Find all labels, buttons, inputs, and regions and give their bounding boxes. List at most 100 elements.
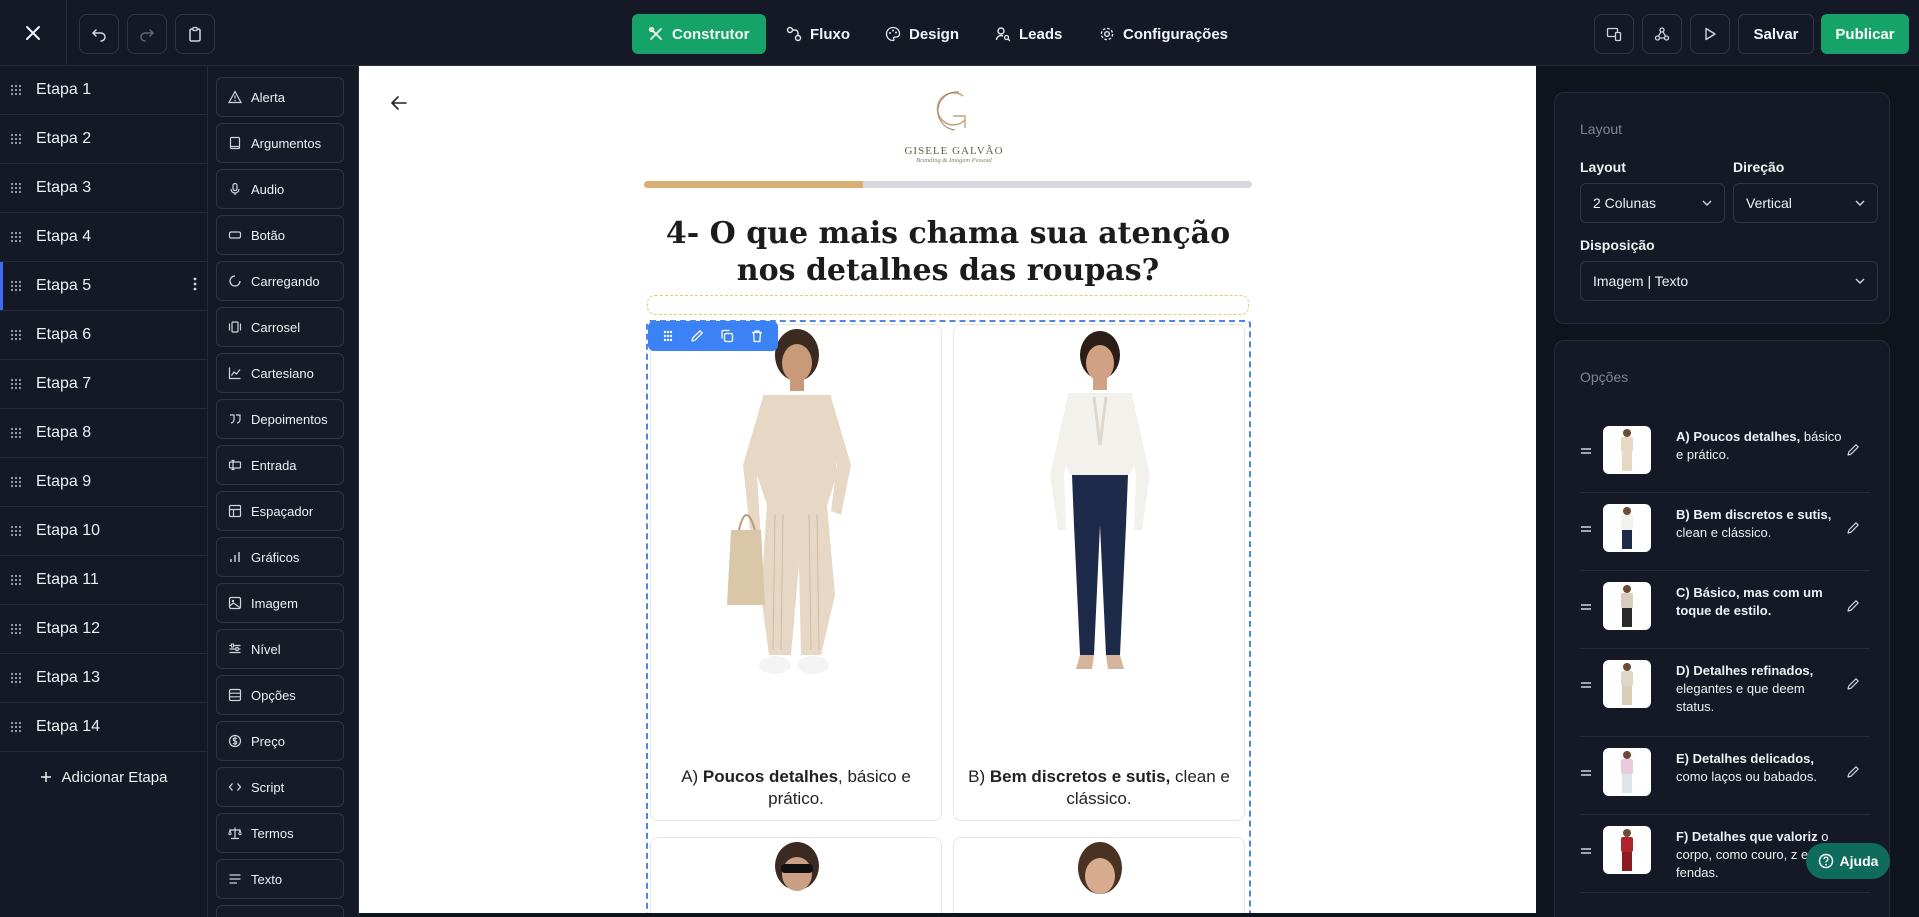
clipboard-button[interactable]	[175, 14, 215, 54]
step-item[interactable]: Etapa 12	[0, 605, 207, 654]
step-item[interactable]: Etapa 2	[0, 115, 207, 164]
drag-handle-icon[interactable]	[1580, 681, 1592, 689]
component-carregando[interactable]: Carregando	[216, 261, 344, 301]
delete-block-button[interactable]	[750, 329, 764, 343]
tab-design[interactable]: Design	[869, 14, 975, 54]
tab-construtor[interactable]: Construtor	[632, 14, 766, 54]
option-list-item[interactable]: A) Poucos detalhes, básico e prático.	[1580, 415, 1870, 493]
component-espacador[interactable]: Espaçador	[216, 491, 344, 531]
component-more[interactable]	[216, 905, 344, 917]
component-termos[interactable]: Termos	[216, 813, 344, 853]
component-alerta[interactable]: Alerta	[216, 77, 344, 117]
duplicate-block-button[interactable]	[720, 329, 734, 343]
publish-button[interactable]: Publicar	[1821, 14, 1909, 54]
close-button[interactable]	[16, 16, 50, 50]
component-preco[interactable]: Preço	[216, 721, 344, 761]
option-list-item[interactable]: E) Detalhes delicados, como laços ou bab…	[1580, 737, 1870, 815]
step-item[interactable]: Etapa 4	[0, 213, 207, 262]
play-preview-button[interactable]	[1690, 14, 1730, 54]
tab-leads[interactable]: Leads	[979, 14, 1078, 54]
grip-icon[interactable]	[10, 476, 22, 488]
direction-select[interactable]: Vertical	[1733, 183, 1878, 223]
option-card-a[interactable]: A) Poucos detalhes, básico e prático.	[650, 324, 942, 821]
grip-icon[interactable]	[10, 280, 22, 292]
pencil-icon[interactable]	[1846, 443, 1860, 457]
option-list-item[interactable]: C) Básico, mas com um toque de estilo.	[1580, 571, 1870, 649]
step-item[interactable]: Etapa 10	[0, 507, 207, 556]
block-toolbar	[648, 321, 778, 351]
grip-icon[interactable]	[10, 182, 22, 194]
option-card-d[interactable]	[953, 837, 1245, 913]
grip-icon[interactable]	[10, 623, 22, 635]
step-item[interactable]: Etapa 11	[0, 556, 207, 605]
step-item[interactable]: Etapa 9	[0, 458, 207, 507]
grip-icon[interactable]	[10, 672, 22, 684]
component-depoimentos[interactable]: Depoimentos	[216, 399, 344, 439]
tab-fluxo[interactable]: Fluxo	[770, 14, 866, 54]
arrangement-select[interactable]: Imagem | Texto	[1580, 261, 1878, 301]
step-item[interactable]: Etapa 14	[0, 703, 207, 752]
grip-icon[interactable]	[10, 231, 22, 243]
back-button[interactable]	[390, 96, 407, 115]
drag-handle-icon[interactable]	[1580, 603, 1592, 611]
drop-zone[interactable]	[647, 295, 1249, 315]
device-preview-button[interactable]	[1594, 14, 1634, 54]
drag-handle-icon[interactable]	[1580, 525, 1592, 533]
integrations-button[interactable]	[1642, 14, 1682, 54]
grip-icon[interactable]	[10, 133, 22, 145]
more-vertical-icon[interactable]	[193, 277, 197, 291]
component-texto[interactable]: Texto	[216, 859, 344, 899]
help-button[interactable]: Ajuda	[1806, 843, 1890, 879]
grip-icon[interactable]	[10, 84, 22, 96]
component-audio[interactable]: Audio	[216, 169, 344, 209]
pencil-icon[interactable]	[1846, 521, 1860, 535]
drag-handle-icon[interactable]	[1580, 447, 1592, 455]
redo-icon	[140, 29, 155, 42]
question-title[interactable]: 4- O que mais chama sua atenção nos deta…	[644, 215, 1252, 289]
drag-handle-icon[interactable]	[1580, 847, 1592, 855]
step-item[interactable]: Etapa 5	[0, 262, 207, 311]
component-graficos[interactable]: Gráficos	[216, 537, 344, 577]
grip-icon[interactable]	[10, 574, 22, 586]
option-card-b[interactable]: B) Bem discretos e sutis, clean e clássi…	[953, 324, 1245, 821]
undo-button[interactable]	[79, 14, 119, 54]
grip-icon[interactable]	[10, 525, 22, 537]
step-item[interactable]: Etapa 7	[0, 360, 207, 409]
step-item[interactable]: Etapa 3	[0, 164, 207, 213]
tools-icon	[648, 26, 662, 40]
component-script[interactable]: Script	[216, 767, 344, 807]
component-opcoes[interactable]: Opções	[216, 675, 344, 715]
option-card-c[interactable]	[650, 837, 942, 913]
drag-handle-icon[interactable]	[1580, 769, 1592, 777]
palette-icon	[885, 26, 901, 42]
pencil-icon[interactable]	[1846, 599, 1860, 613]
step-label: Etapa 7	[36, 375, 92, 392]
step-item[interactable]: Etapa 8	[0, 409, 207, 458]
step-item[interactable]: Etapa 6	[0, 311, 207, 360]
component-entrada[interactable]: Entrada	[216, 445, 344, 485]
tab-configuracoes[interactable]: Configurações	[1083, 14, 1244, 54]
grip-icon[interactable]	[10, 329, 22, 341]
grip-icon[interactable]	[10, 378, 22, 390]
option-image	[1050, 331, 1150, 669]
save-button[interactable]: Salvar	[1738, 14, 1814, 54]
pencil-icon[interactable]	[1846, 677, 1860, 691]
component-nivel[interactable]: Nível	[216, 629, 344, 669]
component-cartesiano[interactable]: Cartesiano	[216, 353, 344, 393]
add-step-button[interactable]: Adicionar Etapa	[0, 752, 207, 802]
drag-handle-button[interactable]	[662, 330, 674, 342]
step-item[interactable]: Etapa 13	[0, 654, 207, 703]
layout-select[interactable]: 2 Colunas	[1580, 183, 1725, 223]
option-list-item[interactable]: D) Detalhes refinados, elegantes e que d…	[1580, 649, 1870, 737]
edit-block-button[interactable]	[690, 329, 704, 343]
component-botao[interactable]: Botão	[216, 215, 344, 255]
component-carrosel[interactable]: Carrosel	[216, 307, 344, 347]
pencil-icon[interactable]	[1846, 765, 1860, 779]
option-list-item[interactable]: B) Bem discretos e sutis, clean e clássi…	[1580, 493, 1870, 571]
grip-icon[interactable]	[10, 427, 22, 439]
step-item[interactable]: Etapa 1	[0, 66, 207, 115]
grip-icon[interactable]	[10, 721, 22, 733]
component-imagem[interactable]: Imagem	[216, 583, 344, 623]
component-argumentos[interactable]: Argumentos	[216, 123, 344, 163]
redo-button[interactable]	[127, 14, 167, 54]
